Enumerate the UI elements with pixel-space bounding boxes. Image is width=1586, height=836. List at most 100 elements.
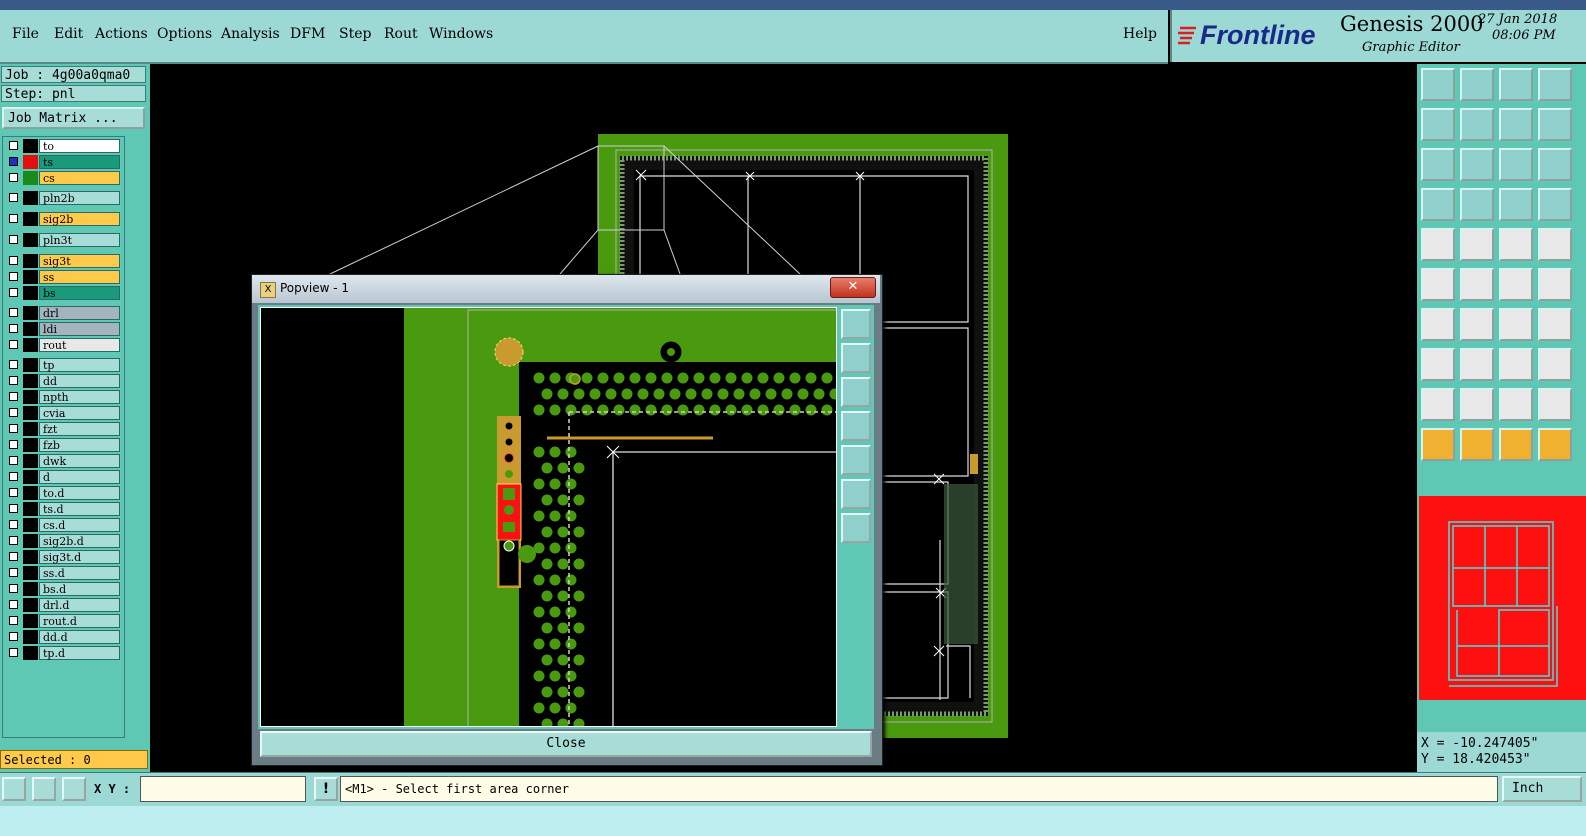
cross-icon[interactable] bbox=[1460, 268, 1494, 301]
layer-row[interactable]: tp bbox=[5, 358, 122, 372]
layer-row[interactable]: ss.d bbox=[5, 566, 122, 580]
info-icon[interactable]: ! bbox=[314, 777, 338, 801]
layer-checkbox[interactable] bbox=[9, 360, 18, 369]
pad-icon[interactable] bbox=[1421, 228, 1455, 261]
layer-row[interactable]: cs.d bbox=[5, 518, 122, 532]
line-draw-icon[interactable] bbox=[1460, 228, 1494, 261]
popview-center-button[interactable] bbox=[841, 513, 871, 543]
layer-checkbox[interactable] bbox=[9, 214, 18, 223]
line-icon[interactable] bbox=[1460, 348, 1494, 381]
menu-dfm[interactable]: DFM bbox=[290, 26, 325, 42]
triangle-alt-icon[interactable] bbox=[1460, 388, 1494, 421]
layer-checkbox[interactable] bbox=[9, 616, 18, 625]
layer-row[interactable]: bs bbox=[5, 286, 122, 300]
dot-icon[interactable] bbox=[1538, 228, 1572, 261]
layer-checkbox[interactable] bbox=[9, 193, 18, 202]
arc-icon[interactable] bbox=[1538, 268, 1572, 301]
layer-row[interactable]: fzt bbox=[5, 422, 122, 436]
layer-checkbox[interactable] bbox=[9, 632, 18, 641]
layer-checkbox[interactable] bbox=[9, 472, 18, 481]
popview-pan-up-button[interactable] bbox=[841, 343, 871, 373]
layer-checkbox[interactable] bbox=[9, 504, 18, 513]
stack-icon[interactable] bbox=[1538, 188, 1572, 221]
close-icon[interactable]: ✕ bbox=[830, 277, 876, 298]
minimap[interactable] bbox=[1419, 496, 1586, 700]
layer-checkbox[interactable] bbox=[9, 584, 18, 593]
layer-row[interactable]: ts.d bbox=[5, 502, 122, 516]
measure-mode-button[interactable] bbox=[32, 777, 56, 801]
job-matrix-button[interactable]: Job Matrix ... bbox=[2, 107, 145, 129]
layer-checkbox[interactable] bbox=[9, 568, 18, 577]
layer-row[interactable]: dwk bbox=[5, 454, 122, 468]
tool-settings-icon[interactable] bbox=[1421, 188, 1455, 221]
layer-row[interactable]: rout.d bbox=[5, 614, 122, 628]
layer-row[interactable]: fzb bbox=[5, 438, 122, 452]
menu-edit[interactable]: Edit bbox=[54, 26, 83, 42]
layer-row[interactable]: drl.d bbox=[5, 598, 122, 612]
layer-checkbox[interactable] bbox=[9, 324, 18, 333]
menu-file[interactable]: File bbox=[12, 26, 39, 42]
popview-fit-button[interactable] bbox=[841, 479, 871, 509]
house-icon[interactable] bbox=[1499, 68, 1533, 101]
layer-row[interactable]: ss bbox=[5, 270, 122, 284]
triangle-icon[interactable] bbox=[1421, 388, 1455, 421]
layer-row[interactable]: to bbox=[5, 139, 122, 153]
popview-pan-down-button[interactable] bbox=[841, 377, 871, 407]
layer-checkbox[interactable] bbox=[9, 648, 18, 657]
menu-step[interactable]: Step bbox=[339, 26, 371, 42]
snap-mode-button[interactable] bbox=[2, 777, 26, 801]
zoom-box-icon[interactable] bbox=[1499, 108, 1533, 141]
popview-pan-right-button[interactable] bbox=[841, 445, 871, 475]
layer-checkbox[interactable] bbox=[9, 157, 18, 166]
slash-icon[interactable] bbox=[1460, 308, 1494, 341]
xy-input[interactable] bbox=[140, 776, 306, 802]
layer-checkbox[interactable] bbox=[9, 288, 18, 297]
layer-row[interactable]: d bbox=[5, 470, 122, 484]
popview-zoom-in-button[interactable] bbox=[841, 309, 871, 339]
one-to-two-icon[interactable] bbox=[1499, 148, 1533, 181]
pan-left-icon[interactable] bbox=[1421, 108, 1455, 141]
layer-checkbox[interactable] bbox=[9, 456, 18, 465]
layer-row[interactable]: tp.d bbox=[5, 646, 122, 660]
pointer-b-icon[interactable] bbox=[1499, 428, 1533, 461]
center-icon[interactable] bbox=[1460, 148, 1494, 181]
measure-icon[interactable] bbox=[1499, 228, 1533, 261]
pointer-alt-icon[interactable] bbox=[1460, 428, 1494, 461]
grid-icon[interactable] bbox=[1460, 188, 1494, 221]
popview-titlebar[interactable]: X Popview - 1 ✕ bbox=[252, 275, 880, 303]
pointer-icon[interactable] bbox=[1421, 428, 1455, 461]
save-icon[interactable] bbox=[1460, 68, 1494, 101]
layer-row[interactable]: rout bbox=[5, 338, 122, 352]
menu-rout[interactable]: Rout bbox=[384, 26, 418, 42]
popview-canvas[interactable] bbox=[260, 307, 837, 727]
layer-row[interactable]: dd bbox=[5, 374, 122, 388]
layer-row[interactable]: sig2b.d bbox=[5, 534, 122, 548]
layer-row[interactable]: cvia bbox=[5, 406, 122, 420]
layer-checkbox[interactable] bbox=[9, 536, 18, 545]
scale-icon[interactable] bbox=[1538, 68, 1572, 101]
layer-row[interactable]: sig3t bbox=[5, 254, 122, 268]
layer-row[interactable]: sig3t.d bbox=[5, 550, 122, 564]
layer-row[interactable]: pln3t bbox=[5, 233, 122, 247]
layer-checkbox[interactable] bbox=[9, 141, 18, 150]
layer-checkbox[interactable] bbox=[9, 173, 18, 182]
layer-checkbox[interactable] bbox=[9, 235, 18, 244]
menu-windows[interactable]: Windows bbox=[429, 26, 493, 42]
resize-icon[interactable] bbox=[1499, 348, 1533, 381]
pointer-c-icon[interactable] bbox=[1538, 428, 1572, 461]
layer-checkbox[interactable] bbox=[9, 376, 18, 385]
grid-mode-button[interactable] bbox=[62, 777, 86, 801]
layer-checkbox[interactable] bbox=[9, 552, 18, 561]
layer-row[interactable]: npth bbox=[5, 390, 122, 404]
layer-row[interactable]: ldi bbox=[5, 322, 122, 336]
help-icon[interactable] bbox=[1538, 148, 1572, 181]
layer-checkbox[interactable] bbox=[9, 340, 18, 349]
layer-checkbox[interactable] bbox=[9, 424, 18, 433]
layer-checkbox[interactable] bbox=[9, 392, 18, 401]
units-selector[interactable]: Inch bbox=[1502, 776, 1582, 802]
layer-row[interactable]: drl bbox=[5, 306, 122, 320]
layer-checkbox[interactable] bbox=[9, 440, 18, 449]
zoom-home-icon[interactable] bbox=[1421, 68, 1455, 101]
layer-checkbox[interactable] bbox=[9, 408, 18, 417]
fit-icon[interactable] bbox=[1421, 148, 1455, 181]
